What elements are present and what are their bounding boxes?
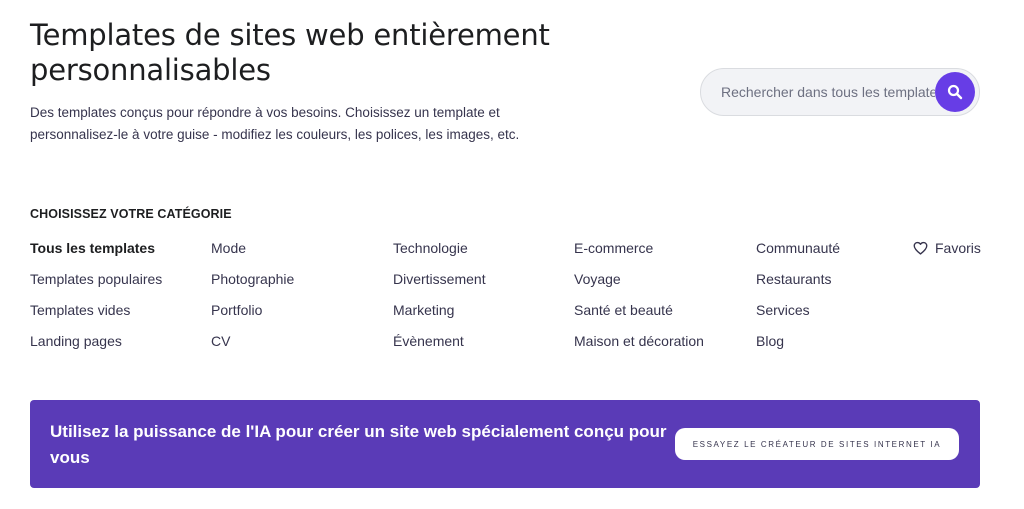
ai-builder-banner: Utilisez la puissance de l'IA pour créer…: [30, 400, 980, 488]
page-subtitle: Des templates conçus pour répondre à vos…: [30, 105, 520, 142]
category-column-4: E-commerce Voyage Santé et beauté Maison…: [574, 238, 704, 362]
page-title: Templates de sites web entièrement perso…: [30, 18, 550, 87]
search-icon: [947, 84, 963, 100]
category-popular-templates[interactable]: Templates populaires: [30, 269, 162, 300]
category-portfolio[interactable]: Portfolio: [211, 300, 294, 331]
category-heading: CHOISISSEZ VOTRE CATÉGORIE: [30, 207, 232, 221]
category-column-2: Mode Photographie Portfolio CV: [211, 238, 294, 362]
category-column-3: Technologie Divertissement Marketing Évè…: [393, 238, 486, 362]
category-ecommerce[interactable]: E-commerce: [574, 238, 704, 269]
category-restaurants[interactable]: Restaurants: [756, 269, 840, 300]
category-blank-templates[interactable]: Templates vides: [30, 300, 162, 331]
category-landing-pages[interactable]: Landing pages: [30, 331, 162, 362]
category-technology[interactable]: Technologie: [393, 238, 486, 269]
try-ai-builder-button[interactable]: ESSAYEZ LE CRÉATEUR DE SITES INTERNET IA: [675, 428, 959, 460]
category-marketing[interactable]: Marketing: [393, 300, 486, 331]
search-button[interactable]: [935, 72, 975, 112]
category-services[interactable]: Services: [756, 300, 840, 331]
category-entertainment[interactable]: Divertissement: [393, 269, 486, 300]
category-column-1: Tous les templates Templates populaires …: [30, 238, 162, 362]
search-input[interactable]: [701, 84, 935, 100]
category-travel[interactable]: Voyage: [574, 269, 704, 300]
banner-text: Utilisez la puissance de l'IA pour créer…: [50, 422, 667, 467]
search-bar: [700, 68, 980, 116]
category-photography[interactable]: Photographie: [211, 269, 294, 300]
category-community[interactable]: Communauté: [756, 238, 840, 269]
category-home-decor[interactable]: Maison et décoration: [574, 331, 704, 362]
category-blog[interactable]: Blog: [756, 331, 840, 362]
category-column-5: Communauté Restaurants Services Blog: [756, 238, 840, 362]
category-cv[interactable]: CV: [211, 331, 294, 362]
category-all-templates[interactable]: Tous les templates: [30, 238, 162, 269]
category-health-beauty[interactable]: Santé et beauté: [574, 300, 704, 331]
heart-icon: [913, 241, 928, 255]
favorites-label: Favoris: [935, 240, 981, 256]
favorites-link[interactable]: Favoris: [913, 238, 981, 258]
category-event[interactable]: Évènement: [393, 331, 486, 362]
category-fashion[interactable]: Mode: [211, 238, 294, 269]
